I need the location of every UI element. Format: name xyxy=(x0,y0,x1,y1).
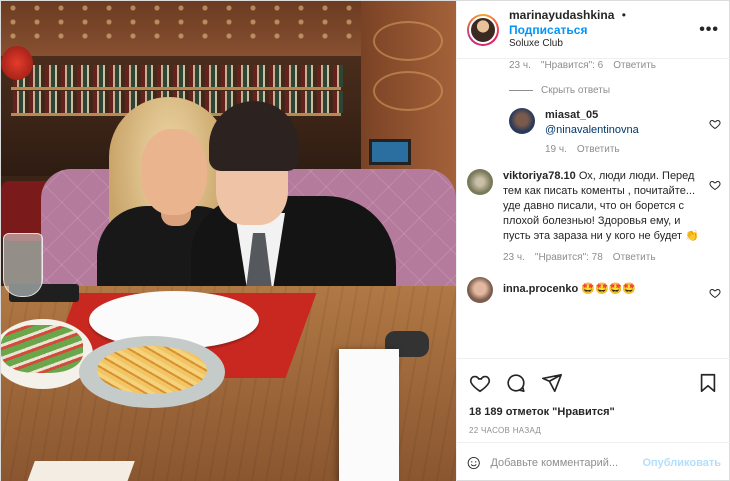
comment-input[interactable] xyxy=(490,456,633,469)
emoji-icon[interactable] xyxy=(467,452,480,474)
comment-icon[interactable] xyxy=(505,372,527,394)
post-side-panel: marinayudashkina • Подписаться Soluxe Cl… xyxy=(456,1,730,481)
publish-button[interactable]: Опубликовать xyxy=(642,457,721,469)
photo-glass xyxy=(3,233,43,297)
comment-likes[interactable]: "Нравится": 78 xyxy=(535,252,603,263)
heart-icon[interactable] xyxy=(709,179,721,191)
author-username[interactable]: marinayudashkina xyxy=(509,8,614,22)
comment-username[interactable]: viktoriya78.10 xyxy=(503,170,576,182)
post-photo[interactable] xyxy=(1,1,456,481)
author-avatar-image xyxy=(469,15,497,44)
add-comment-bar: Опубликовать xyxy=(457,442,730,481)
comment-meta: 23 ч. "Нравится": 6 Ответить xyxy=(509,60,721,71)
comment-avatar[interactable] xyxy=(467,169,493,195)
photo-person-left-face xyxy=(141,129,207,215)
heart-icon[interactable] xyxy=(709,287,721,299)
post-timestamp[interactable]: 22 ЧАСОВ НАЗАД xyxy=(457,422,730,442)
comment-username[interactable]: inna.procenko xyxy=(503,283,578,295)
photo-bottles xyxy=(13,65,343,87)
comment-avatar[interactable] xyxy=(467,277,493,303)
photo-napkin xyxy=(27,461,135,481)
comment-body: viktoriya78.10 Ох, люди люди. Перед тем … xyxy=(503,169,721,244)
comment-meta: 23 ч. "Нравится": 78 Ответить xyxy=(503,252,721,263)
hide-replies-label: Скрыть ответы xyxy=(541,85,611,96)
heart-icon[interactable] xyxy=(469,372,491,394)
instagram-post: marinayudashkina • Подписаться Soluxe Cl… xyxy=(0,0,730,481)
photo-screen xyxy=(369,139,411,165)
bookmark-icon[interactable] xyxy=(697,372,719,394)
post-header: marinayudashkina • Подписаться Soluxe Cl… xyxy=(457,1,730,59)
reply-time: 19 ч. xyxy=(545,144,567,155)
author-avatar[interactable] xyxy=(467,13,499,46)
post-location[interactable]: Soluxe Club xyxy=(509,38,699,51)
photo-fries xyxy=(97,346,207,394)
hide-replies-line xyxy=(509,90,533,91)
separator-dot: • xyxy=(621,8,626,23)
comment-time: 23 ч. xyxy=(503,252,525,263)
reply-mention[interactable]: @ninavalentinovna xyxy=(545,124,639,136)
comment-item: inna.procenko 🤩🤩🤩🤩 xyxy=(467,277,721,303)
reply-username[interactable]: miasat_05 xyxy=(545,109,598,121)
likes-label: отметок "Нравится" xyxy=(505,406,615,418)
photo-ornament xyxy=(373,21,443,61)
reply-comment: miasat_05 @ninavalentinovna xyxy=(509,108,721,138)
comment-item: viktoriya78.10 Ох, люди люди. Перед тем … xyxy=(467,169,721,244)
reply-button[interactable]: Ответить xyxy=(613,60,656,71)
comment-text: 🤩🤩🤩🤩 xyxy=(581,283,637,295)
photo-shelf xyxy=(11,87,341,90)
share-icon[interactable] xyxy=(541,372,563,394)
photo-salad xyxy=(1,325,83,373)
author-info: marinayudashkina • Подписаться Soluxe Cl… xyxy=(509,8,699,51)
more-icon[interactable]: ••• xyxy=(699,21,719,39)
reply-body: miasat_05 @ninavalentinovna xyxy=(545,108,721,138)
reply-meta: 19 ч. Ответить xyxy=(545,144,721,155)
likes-summary[interactable]: 18 189 отметок "Нравится" xyxy=(457,406,730,422)
comment-body: inna.procenko 🤩🤩🤩🤩 xyxy=(503,277,721,303)
comment-time: 23 ч. xyxy=(509,60,531,71)
photo-lantern xyxy=(1,46,33,80)
post-actions xyxy=(457,358,730,406)
hide-replies-button[interactable]: Скрыть ответы xyxy=(509,85,721,96)
comments-list[interactable]: 23 ч. "Нравится": 6 Ответить Скрыть отве… xyxy=(457,59,730,358)
reply-button[interactable]: Ответить xyxy=(613,252,656,263)
follow-button[interactable]: Подписаться xyxy=(509,23,587,37)
photo-napkins xyxy=(339,349,399,481)
comment-likes[interactable]: "Нравится": 6 xyxy=(541,60,603,71)
likes-count: 18 189 xyxy=(469,406,503,418)
photo-ornament xyxy=(373,71,443,111)
heart-icon[interactable] xyxy=(709,118,721,130)
reply-button[interactable]: Ответить xyxy=(577,144,620,155)
reply-avatar[interactable] xyxy=(509,108,535,134)
